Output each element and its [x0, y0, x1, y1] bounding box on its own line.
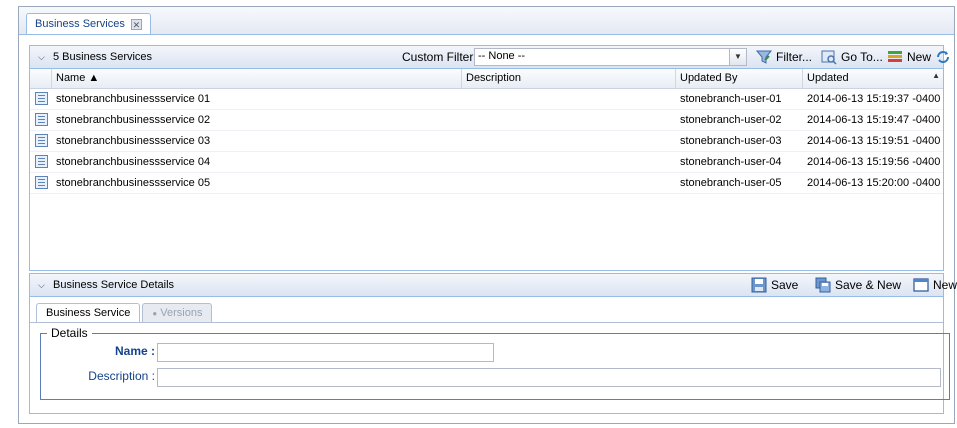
filter-button[interactable]: Filter...	[756, 49, 812, 65]
name-field[interactable]	[157, 343, 494, 362]
tab-business-services[interactable]: Business Services ✕	[26, 13, 151, 34]
cell-updated: 2014-06-13 15:20:00 -0400	[807, 177, 941, 189]
versions-label: Versions	[160, 307, 203, 319]
new-label: New	[907, 50, 932, 64]
business-service-icon	[35, 134, 48, 147]
cell-name: stonebranchbusinessservice 02	[56, 114, 211, 126]
funnel-icon	[756, 50, 772, 64]
table-row[interactable]: stonebranchbusinessservice 03 stonebranch…	[30, 131, 943, 152]
tab-strip: Business Services ✕	[19, 7, 954, 35]
custom-filter-label: Custom Filter	[402, 50, 474, 64]
floppy-disk-icon	[751, 277, 767, 293]
new-button[interactable]: New	[887, 49, 931, 65]
collapse-chevron-icon[interactable]: ⌵	[38, 280, 47, 290]
details-toolbar: ⌵ Business Service Details Save Save & N…	[30, 274, 957, 297]
cell-name: stonebranchbusinessservice 05	[56, 177, 211, 189]
column-header-updated[interactable]: Updated	[803, 69, 946, 88]
grid-toolbar: ⌵ 5 Business Services Custom Filter -- N…	[30, 46, 949, 69]
versions-icon: ●	[152, 309, 158, 318]
business-service-details-panel: ⌵ Business Service Details Save Save & N…	[29, 273, 957, 414]
custom-filter-value: -- None --	[478, 50, 526, 62]
details-title: Business Service Details	[53, 279, 175, 291]
cell-updated-by: stonebranch-user-01	[680, 93, 782, 105]
business-service-icon	[35, 155, 48, 168]
go-to-label: Go To...	[841, 50, 883, 64]
grid-title: 5 Business Services	[53, 51, 153, 63]
name-label: Name :	[114, 344, 155, 358]
cell-updated: 2014-06-13 15:19:56 -0400	[807, 156, 941, 168]
business-services-window: Business Services ✕ ⌵ 5 Business Service…	[18, 6, 957, 424]
refresh-icon	[937, 51, 949, 63]
table-row[interactable]: stonebranchbusinessservice 05 stonebranch…	[30, 173, 943, 194]
details-new-button[interactable]: New	[913, 277, 957, 293]
chevron-down-icon[interactable]: ▼	[729, 49, 746, 65]
cell-name: stonebranchbusinessservice 03	[56, 135, 211, 147]
grid-rows: stonebranchbusinessservice 01 stonebranch…	[30, 89, 943, 194]
details-fieldset: Details Name : Description :	[40, 326, 950, 400]
cell-updated-by: stonebranch-user-04	[680, 156, 782, 168]
details-tabs: Business Service ● Versions	[36, 303, 213, 322]
description-field[interactable]	[157, 368, 941, 387]
description-label: Description :	[88, 369, 155, 383]
refresh-button[interactable]	[935, 49, 951, 65]
business-service-icon	[35, 176, 48, 189]
icon-column-header	[30, 69, 52, 88]
save-button[interactable]: Save	[751, 277, 798, 293]
column-header-description[interactable]: Description	[462, 69, 676, 88]
cell-name: stonebranchbusinessservice 01	[56, 93, 211, 105]
table-row[interactable]: stonebranchbusinessservice 01 stonebranch…	[30, 89, 943, 110]
table-row[interactable]: stonebranchbusinessservice 04 stonebranch…	[30, 152, 943, 173]
column-header-name[interactable]: Name ▲	[52, 69, 462, 88]
scroll-up-icon[interactable]: ▲	[932, 71, 940, 80]
tab-business-service[interactable]: Business Service	[36, 303, 141, 322]
cell-updated: 2014-06-13 15:19:47 -0400	[807, 114, 941, 126]
save-new-label: Save & New	[835, 278, 902, 292]
save-label: Save	[771, 278, 799, 292]
tab-title: Business Services	[35, 18, 125, 30]
go-to-button[interactable]: Go To...	[821, 49, 883, 65]
cell-updated-by: stonebranch-user-05	[680, 177, 782, 189]
new-list-icon	[888, 51, 902, 62]
save-and-new-button[interactable]: Save & New	[815, 277, 901, 293]
cell-updated: 2014-06-13 15:19:37 -0400	[807, 93, 941, 105]
new-window-icon	[913, 278, 929, 292]
business-service-icon	[35, 113, 48, 126]
tab-underline	[30, 322, 943, 323]
table-row[interactable]: stonebranchbusinessservice 02 stonebranch…	[30, 110, 943, 131]
details-legend: Details	[47, 326, 92, 340]
business-service-icon	[35, 92, 48, 105]
cell-updated: 2014-06-13 15:19:51 -0400	[807, 135, 941, 147]
go-to-icon	[821, 50, 837, 65]
cell-updated-by: stonebranch-user-03	[680, 135, 782, 147]
tab-versions: ● Versions	[142, 303, 213, 322]
filter-label: Filter...	[776, 50, 813, 64]
grid-header-row: Name ▲ Description Updated By Updated	[30, 69, 943, 89]
collapse-chevron-icon[interactable]: ⌵	[38, 52, 47, 62]
business-services-grid-panel: ⌵ 5 Business Services Custom Filter -- N…	[29, 45, 949, 271]
column-header-updated-by[interactable]: Updated By	[676, 69, 803, 88]
close-icon[interactable]: ✕	[130, 18, 142, 30]
details-new-label: New	[933, 278, 957, 292]
cell-updated-by: stonebranch-user-02	[680, 114, 782, 126]
vertical-scrollbar[interactable]: ▲	[929, 68, 943, 88]
sort-ascending-icon: ▲	[88, 72, 100, 84]
cell-name: stonebranchbusinessservice 04	[56, 156, 211, 168]
custom-filter-select[interactable]: -- None -- ▼	[474, 48, 747, 66]
save-and-new-icon	[815, 277, 831, 293]
